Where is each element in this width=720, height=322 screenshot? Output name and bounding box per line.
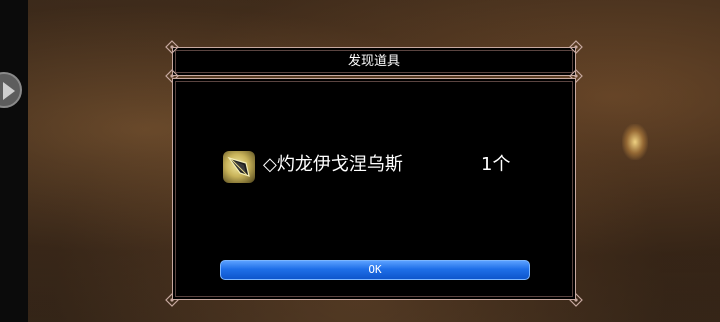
ornament-corner-icon xyxy=(165,40,179,54)
torch-light xyxy=(622,124,648,160)
spear-blade-icon xyxy=(223,151,255,183)
dialog-title-bar: 发现道具 xyxy=(172,47,576,76)
ok-button[interactable]: OK xyxy=(220,260,530,280)
item-count: 1个 xyxy=(481,154,511,175)
ok-button-label: OK xyxy=(368,263,382,276)
dialog-title: 发现道具 xyxy=(347,54,400,69)
play-arrow-icon xyxy=(3,82,15,100)
item-name: ◇灼龙伊戈涅乌斯 xyxy=(263,154,403,175)
found-item-row: ◇灼龙伊戈涅乌斯 1个 xyxy=(223,151,523,183)
ornament-corner-icon xyxy=(569,40,583,54)
left-side-bar xyxy=(0,0,28,322)
side-menu-button[interactable] xyxy=(0,72,22,108)
item-found-dialog: ◇灼龙伊戈涅乌斯 1个 OK xyxy=(172,78,576,300)
